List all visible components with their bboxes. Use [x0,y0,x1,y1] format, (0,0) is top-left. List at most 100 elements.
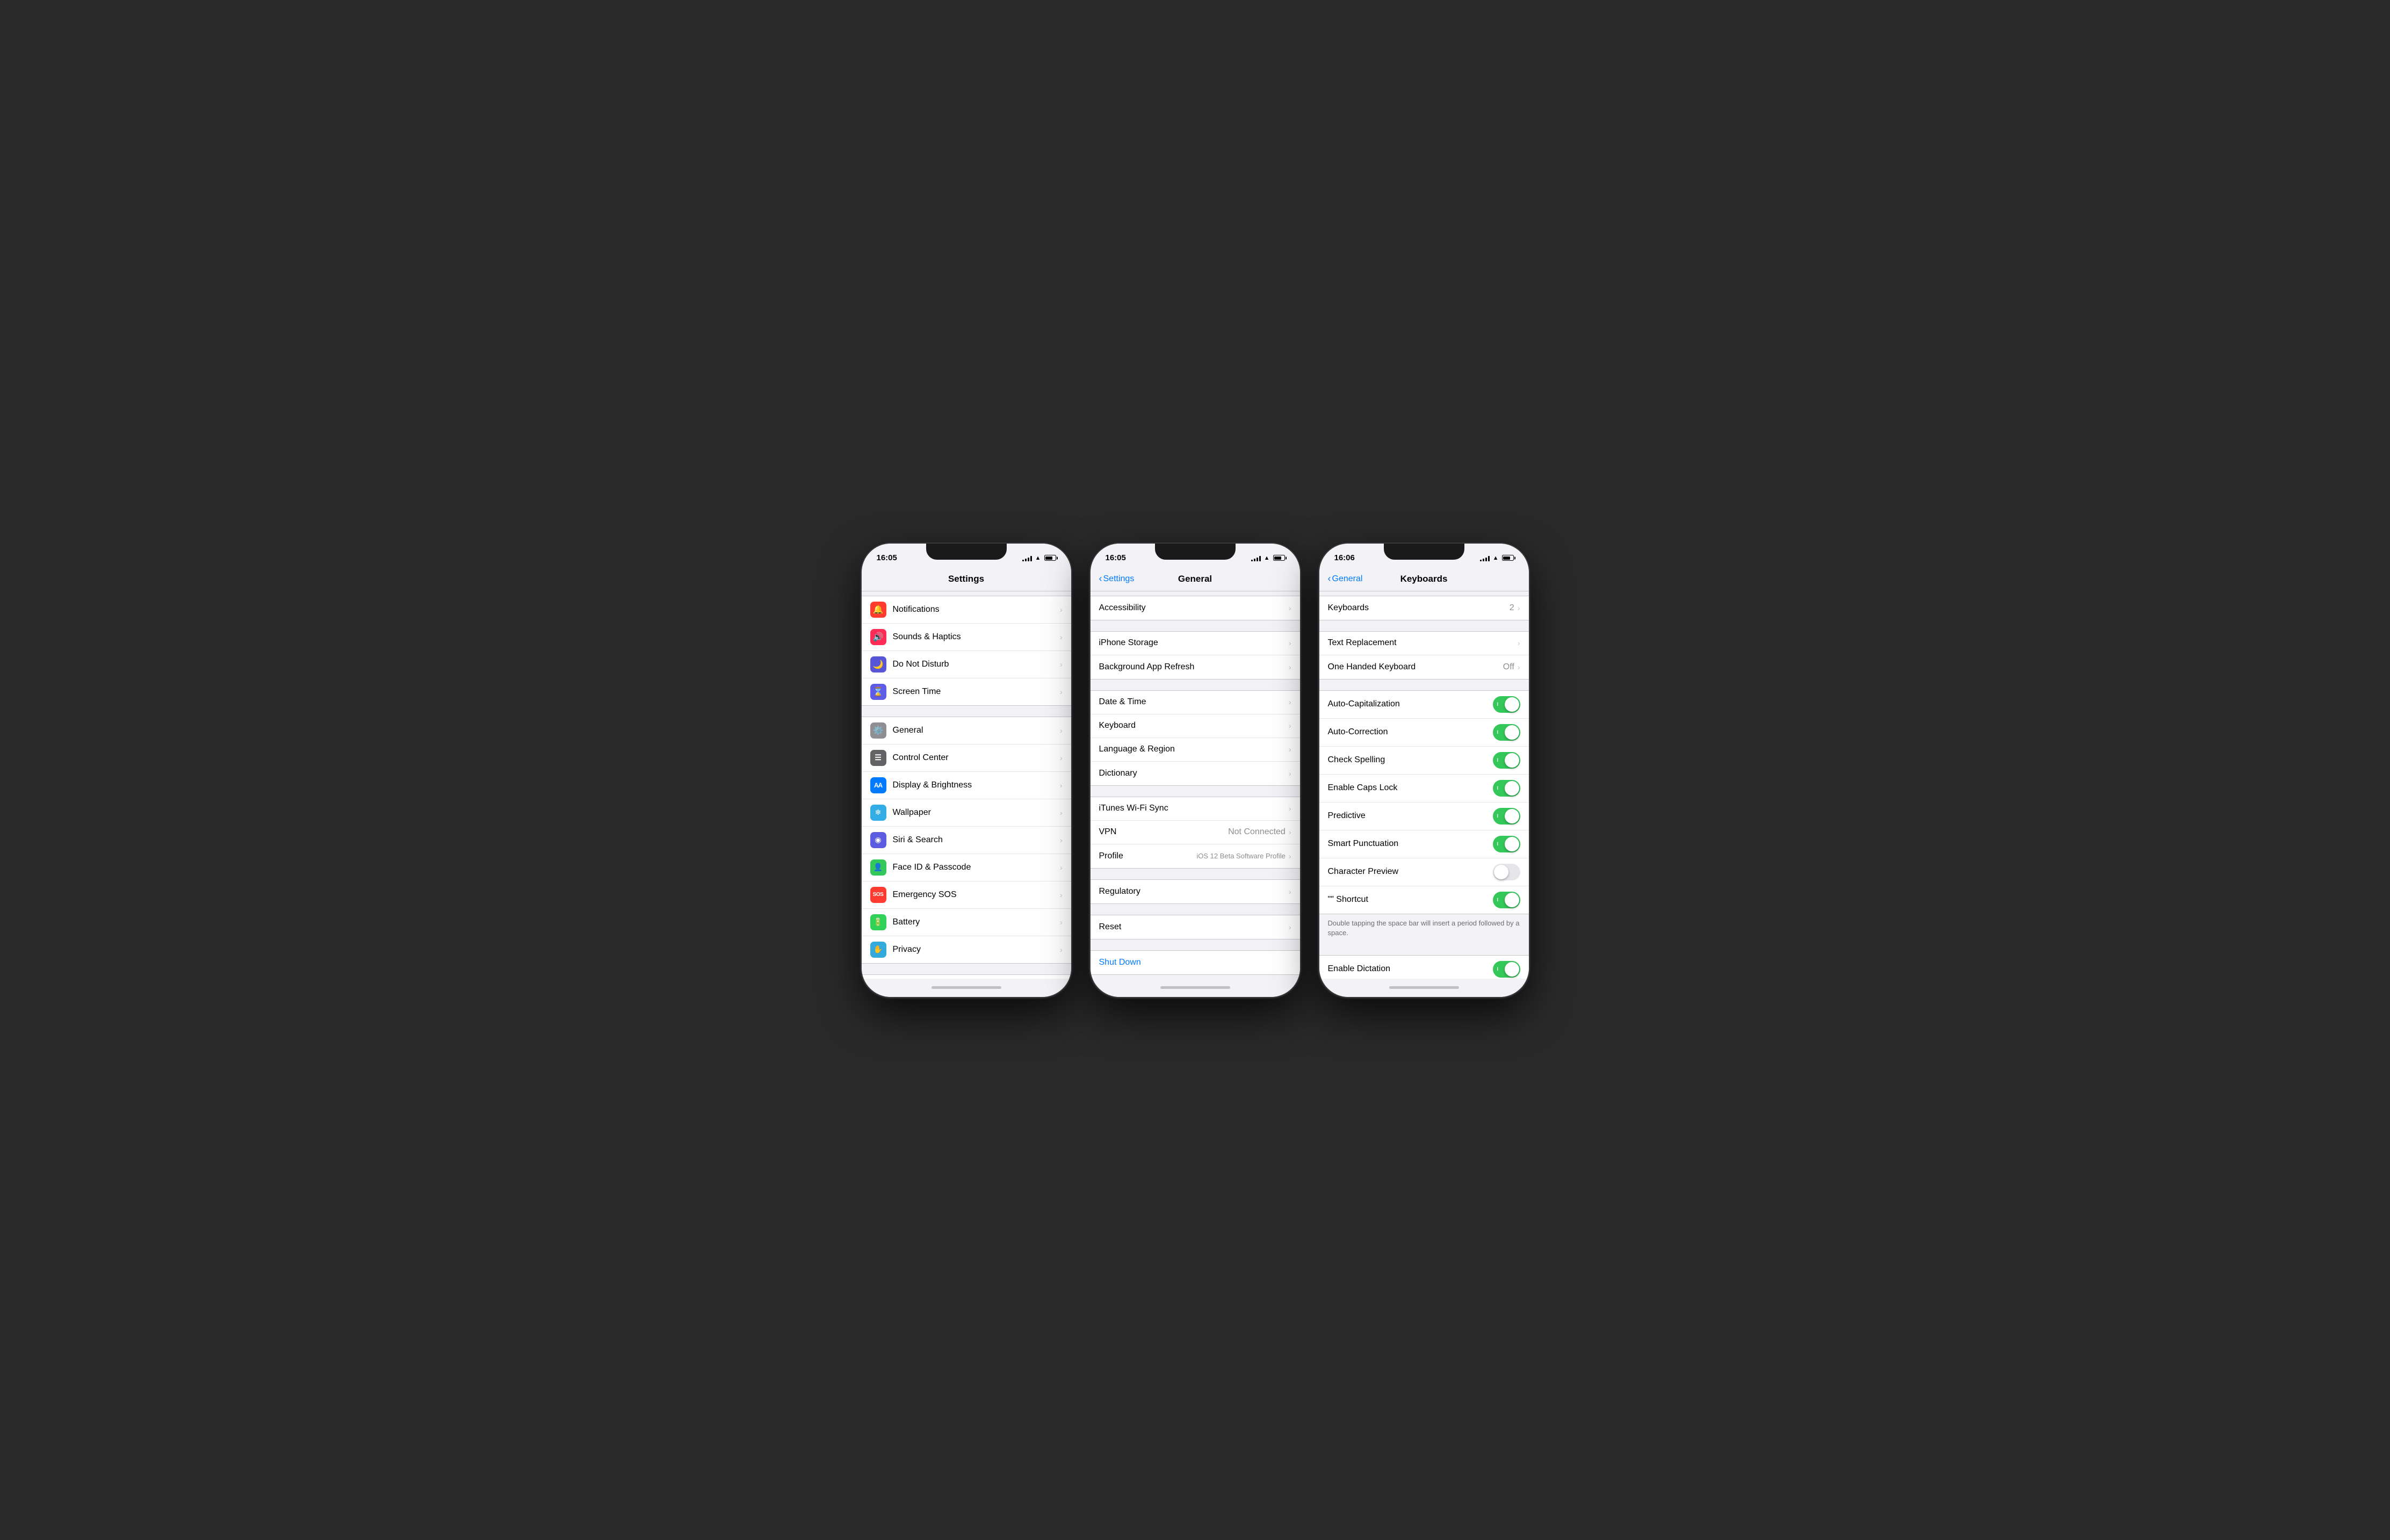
list-item[interactable]: 🔔 Notifications › [862,596,1071,624]
chevron-icon: › [1060,660,1063,669]
list-item[interactable]: iTunes Wi-Fi Sync › [1091,797,1300,821]
list-item[interactable]: Language & Region › [1091,738,1300,762]
chevron-icon: › [1289,745,1291,754]
list-item[interactable]: ❄ Wallpaper › [862,799,1071,827]
shutdown-button[interactable]: Shut Down [1091,951,1300,974]
section-3-4: Enable Dictation I About Dictation and P… [1319,955,1529,979]
status-icons-1: ▲ [1022,555,1056,561]
checkspelling-row[interactable]: Check Spelling I [1319,747,1529,775]
battery-icon-2 [1273,555,1285,561]
profile-value: iOS 12 Beta Software Profile [1196,852,1285,860]
section-2-7: Shut Down [1091,950,1300,975]
dictation-row[interactable]: Enable Dictation I [1319,956,1529,979]
checkspelling-toggle[interactable]: I [1493,752,1520,769]
settings-list-1[interactable]: 🔔 Notifications › 🔊 Sounds & Haptics › [862,591,1071,979]
list-item[interactable]: Regulatory › [1091,880,1300,903]
list-item[interactable]: 🔊 Sounds & Haptics › [862,624,1071,651]
predictive-row[interactable]: Predictive I [1319,802,1529,830]
controlcenter-label: Control Center [893,753,1060,763]
list-item[interactable]: ⌛ Screen Time › [862,678,1071,705]
wifi-icon-2: ▲ [1264,555,1270,561]
list-item[interactable]: ☰ Control Center › [862,744,1071,772]
capslock-row[interactable]: Enable Caps Lock I [1319,775,1529,802]
group-1-1: 🔔 Notifications › 🔊 Sounds & Haptics › [862,596,1071,706]
list-item[interactable]: ◉ Siri & Search › [862,827,1071,854]
ituneswifi-label: iTunes Wi-Fi Sync [1099,804,1289,813]
list-item[interactable]: Profile iOS 12 Beta Software Profile › [1091,844,1300,868]
list-item[interactable]: iPhone Storage › [1091,632,1300,655]
autocap-row[interactable]: Auto-Capitalization I [1319,691,1529,719]
wifi-icon-1: ▲ [1035,555,1041,561]
back-button-2[interactable]: ‹ Settings [1099,573,1135,584]
list-item[interactable]: VPN Not Connected › [1091,821,1300,844]
back-button-3[interactable]: ‹ General [1328,573,1363,584]
smartpunct-toggle[interactable]: I [1493,836,1520,852]
list-item[interactable]: Accessibility › [1091,596,1300,620]
list-item[interactable]: 👤 Face ID & Passcode › [862,854,1071,881]
list-item[interactable]: A iTunes & App Store › [862,975,1071,979]
status-icons-3: ▲ [1480,555,1514,561]
chevron-icon: › [1289,828,1291,836]
iphone-1: 16:05 ▲ Settings [862,544,1071,997]
reset-label: Reset [1099,922,1289,932]
autocorrect-row[interactable]: Auto-Correction I [1319,719,1529,747]
list-item[interactable]: Keyboard › [1091,714,1300,738]
autocorrect-toggle[interactable]: I [1493,724,1520,741]
keyboard-label: Keyboard [1099,721,1289,731]
list-item[interactable]: Date & Time › [1091,691,1300,714]
chevron-icon: › [1289,604,1291,612]
list-item[interactable]: 🔋 Battery › [862,909,1071,936]
notifications-label: Notifications [893,605,1060,614]
shortcut-row[interactable]: "" Shortcut I [1319,886,1529,914]
one-handed-row[interactable]: One Handed Keyboard Off › [1319,655,1529,679]
list-item[interactable]: ✋ Privacy › [862,936,1071,963]
list-item[interactable]: Reset › [1091,915,1300,939]
settings-list-2[interactable]: Accessibility › iPhone Storage › Backgro… [1091,591,1300,979]
list-item[interactable]: Dictionary › [1091,762,1300,785]
group-3-3: Auto-Capitalization I Auto-Correction I [1319,690,1529,914]
section-2-4: iTunes Wi-Fi Sync › VPN Not Connected › … [1091,797,1300,869]
list-item[interactable]: 🌙 Do Not Disturb › [862,651,1071,678]
group-2-7: Shut Down [1091,950,1300,975]
group-2-5: Regulatory › [1091,879,1300,904]
list-item[interactable]: ⚙️ General › [862,717,1071,744]
group-2-3: Date & Time › Keyboard › Language & Regi… [1091,690,1300,786]
controlcenter-icon: ☰ [870,750,886,766]
predictive-toggle[interactable]: I [1493,808,1520,825]
dictation-label: Enable Dictation [1328,964,1493,974]
chevron-icon: › [1060,863,1063,872]
smartpunct-row[interactable]: Smart Punctuation I [1319,830,1529,858]
group-1-3: A iTunes & App Store › 💳 Wallet & Apple … [862,974,1071,979]
shortcut-description: Double tapping the space bar will insert… [1319,914,1529,944]
keyboards-row[interactable]: Keyboards 2 › [1319,596,1529,620]
siri-icon: ◉ [870,832,886,848]
chevron-icon: › [1289,887,1291,896]
text-replacement-row[interactable]: Text Replacement › [1319,632,1529,655]
signal-icon-2 [1251,555,1261,561]
charpreview-toggle[interactable] [1493,864,1520,880]
dictation-toggle[interactable]: I [1493,961,1520,978]
chevron-icon: › [1289,852,1291,861]
sounds-label: Sounds & Haptics [893,632,1060,642]
profile-label: Profile [1099,851,1197,861]
list-item[interactable]: SOS Emergency SOS › [862,881,1071,909]
keyboards-count: 2 [1510,603,1514,613]
accessibility-label: Accessibility [1099,603,1289,613]
siri-label: Siri & Search [893,835,1060,845]
smartpunct-label: Smart Punctuation [1328,839,1493,849]
section-2-3: Date & Time › Keyboard › Language & Regi… [1091,690,1300,786]
charpreview-row[interactable]: Character Preview [1319,858,1529,886]
screen-2: 16:05 ▲ ‹ Settings [1091,544,1300,997]
checkspelling-label: Check Spelling [1328,755,1493,765]
shortcut-toggle[interactable]: I [1493,892,1520,908]
battery-icon-1 [1044,555,1056,561]
privacy-icon: ✋ [870,942,886,958]
screen-3: 16:06 ▲ ‹ General [1319,544,1529,997]
capslock-toggle[interactable]: I [1493,780,1520,797]
wifi-icon-3: ▲ [1493,555,1499,561]
settings-list-3[interactable]: Keyboards 2 › Text Replacement › One Han… [1319,591,1529,979]
list-item[interactable]: AA Display & Brightness › [862,772,1071,799]
list-item[interactable]: Background App Refresh › [1091,655,1300,679]
chevron-icon: › [1289,663,1291,671]
autocap-toggle[interactable]: I [1493,696,1520,713]
